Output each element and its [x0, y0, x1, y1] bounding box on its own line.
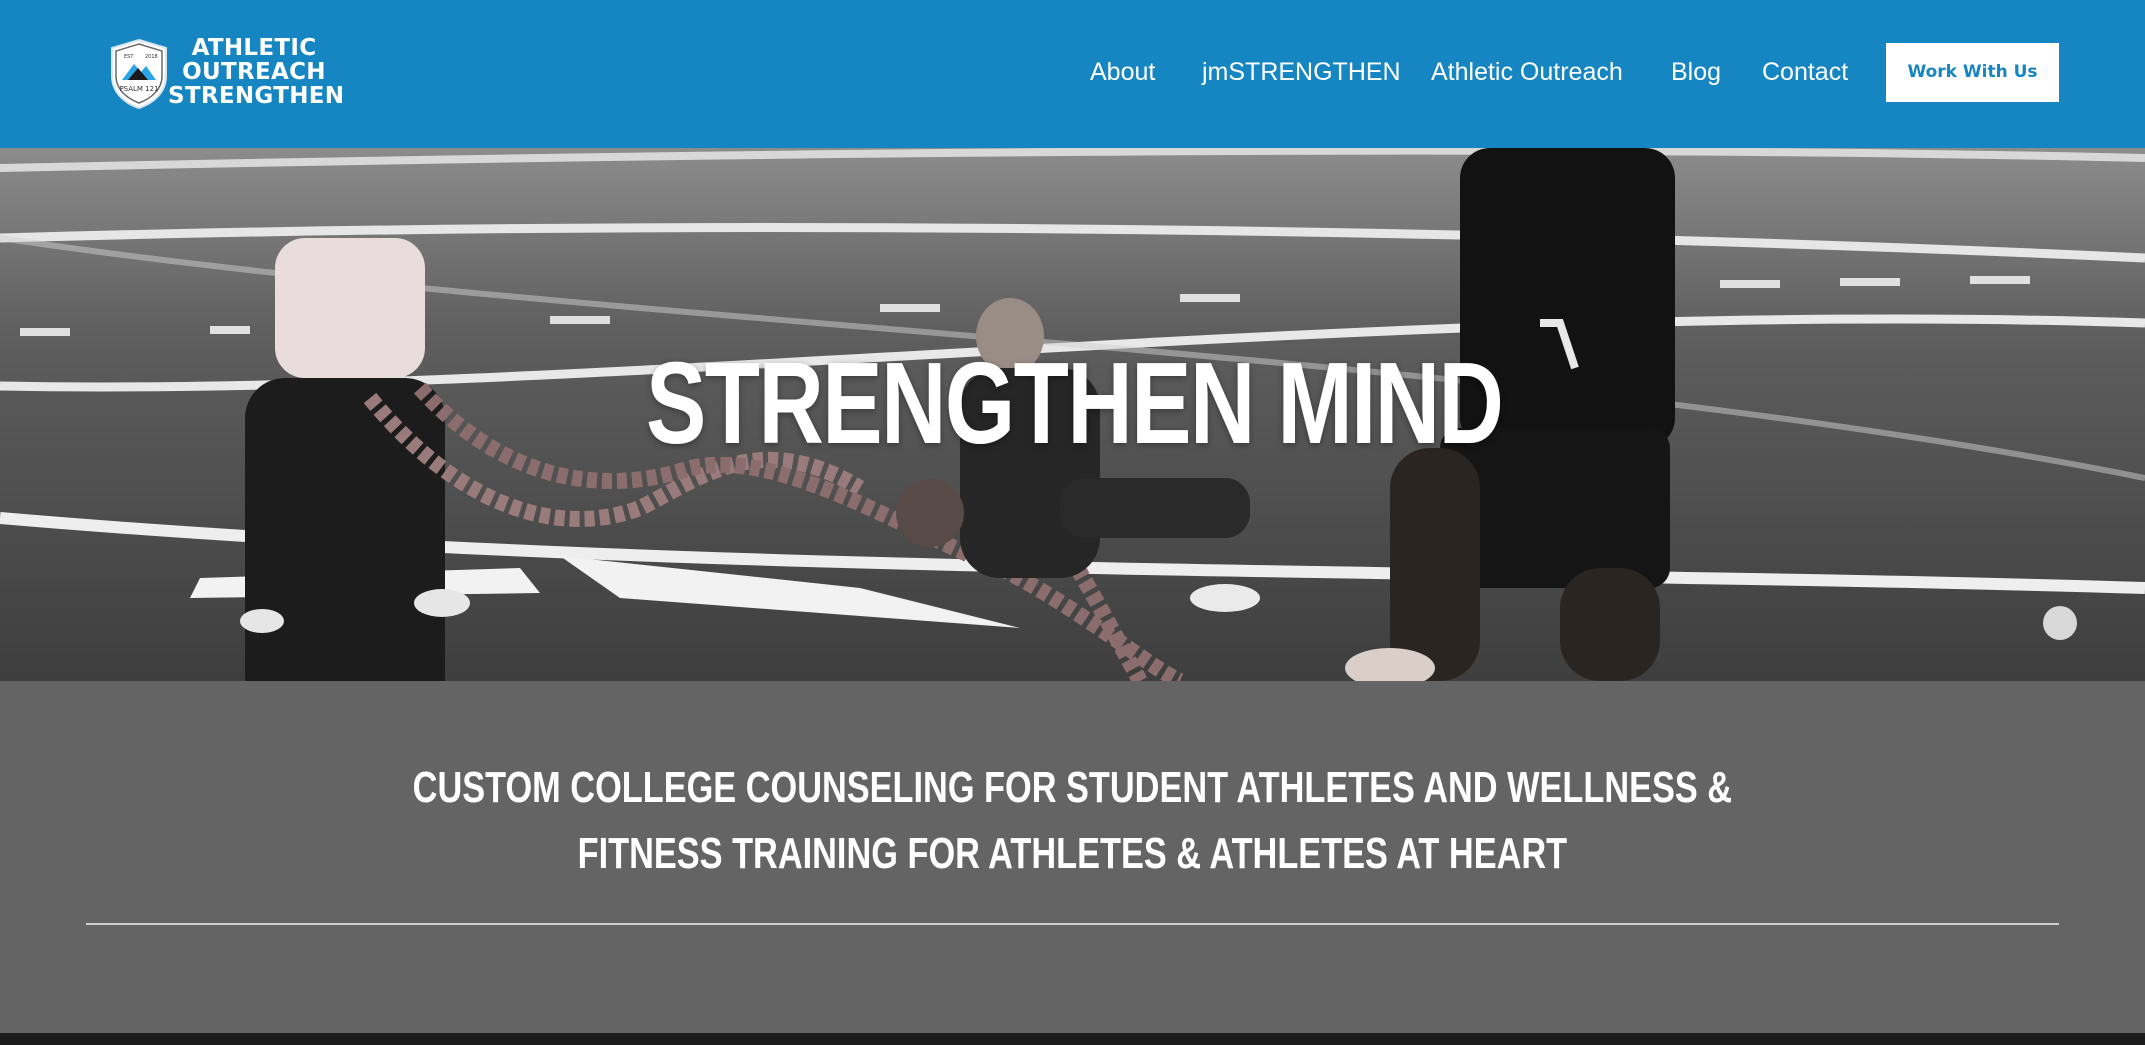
tagline: CUSTOM COLLEGE COUNSELING FOR STUDENT AT… [0, 755, 2145, 887]
badge-psalm: PSALM 121 [119, 85, 158, 93]
logo-line-1: ATHLETIC [191, 35, 317, 61]
page-bottom-edge [0, 1033, 2145, 1045]
hero-title: STRENGTHEN MIND [646, 338, 1504, 468]
page: EST 2018 PSALM 121 ATHLETIC OUTREACH STR… [0, 0, 2145, 1045]
badge-est: EST [124, 54, 134, 60]
tagline-line-1: CUSTOM COLLEGE COUNSELING FOR STUDENT AT… [412, 763, 1733, 812]
work-with-us-button[interactable]: Work With Us [1886, 43, 2059, 102]
nav-contact[interactable]: Contact [1762, 56, 1848, 88]
logo-line-3: STRENGTHEN [168, 83, 345, 109]
section-divider [86, 923, 2059, 925]
site-logo[interactable]: EST 2018 PSALM 121 ATHLETIC OUTREACH STR… [108, 35, 345, 112]
nav-athletic-outreach[interactable]: Athletic Outreach [1431, 56, 1623, 88]
nav-about[interactable]: About [1090, 56, 1155, 88]
logo-line-2: OUTREACH [182, 59, 326, 85]
logo-wordmark: ATHLETIC OUTREACH STRENGTHEN [168, 35, 345, 109]
nav-blog[interactable]: Blog [1671, 56, 1721, 88]
tagline-section: CUSTOM COLLEGE COUNSELING FOR STUDENT AT… [0, 681, 2145, 1033]
nav-jmstrengthen[interactable]: jmSTRENGTHEN [1202, 56, 1401, 88]
badge-year: 2018 [145, 54, 158, 60]
site-header: EST 2018 PSALM 121 ATHLETIC OUTREACH STR… [0, 0, 2145, 148]
tagline-line-2: FITNESS TRAINING FOR ATHLETES & ATHLETES… [577, 829, 1568, 878]
shield-logo-icon: EST 2018 PSALM 121 [111, 38, 167, 110]
hero-banner: STRENGTHEN MIND [0, 148, 2145, 681]
